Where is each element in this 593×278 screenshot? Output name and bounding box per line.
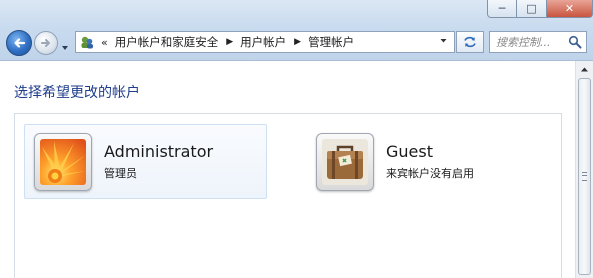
refresh-button[interactable] (456, 31, 484, 53)
breadcrumb-item[interactable]: 用户帐户和家庭安全 (115, 34, 219, 50)
page-title: 选择希望更改的帐户 (14, 85, 140, 101)
forward-button[interactable] (34, 31, 58, 55)
search-icon[interactable] (568, 35, 582, 49)
suitcase-avatar-icon (322, 138, 368, 185)
breadcrumb-overflow-button[interactable]: « (101, 36, 108, 49)
chevron-up-icon (581, 67, 588, 72)
breadcrumb-separator-icon[interactable]: ▶ (294, 37, 301, 47)
back-arrow-icon (14, 38, 26, 48)
account-tile-administrator[interactable]: Administrator 管理员 (24, 124, 267, 199)
back-button[interactable] (6, 30, 32, 56)
breadcrumb-item[interactable]: 用户帐户 (240, 34, 286, 50)
scroll-up-button[interactable] (577, 62, 592, 77)
refresh-icon (464, 36, 476, 48)
window-title-bar: ─ □ ✕ « 用户帐户和家庭安全 ▶ 用户帐户 ▶ 管理帐户 (0, 0, 593, 61)
maximize-button[interactable]: □ (517, 0, 547, 18)
vertical-scrollbar[interactable] (575, 61, 593, 278)
forward-arrow-icon (41, 39, 50, 47)
account-tile-guest[interactable]: Guest 来宾帐户没有启用 (307, 124, 550, 199)
flower-avatar-icon (40, 138, 86, 185)
breadcrumb-separator-icon[interactable]: ▶ (226, 37, 233, 47)
main-content: 选择希望更改的帐户 Administrator 管理员 Guest 来宾帐户没有… (0, 61, 575, 278)
chevron-down-icon (440, 39, 447, 43)
scrollbar-thumb[interactable] (578, 78, 591, 275)
control-panel-icon (81, 36, 93, 49)
window-controls: ─ □ ✕ (487, 0, 593, 19)
search-box[interactable] (489, 31, 587, 53)
grip-icon (582, 172, 587, 181)
minimize-button[interactable]: ─ (487, 0, 517, 18)
account-type-label: 来宾帐户没有启用 (386, 167, 474, 180)
search-input[interactable] (496, 34, 566, 50)
avatar (316, 132, 374, 191)
breadcrumb-item[interactable]: 管理帐户 (308, 34, 354, 50)
address-dropdown-button[interactable] (439, 36, 448, 48)
account-name: Administrator (104, 142, 214, 161)
address-bar[interactable]: « 用户帐户和家庭安全 ▶ 用户帐户 ▶ 管理帐户 (75, 31, 455, 53)
accounts-panel: Administrator 管理员 Guest 来宾帐户没有启用 (14, 113, 562, 278)
account-type-label: 管理员 (104, 167, 137, 180)
chevron-down-icon (62, 46, 68, 50)
account-name: Guest (386, 142, 433, 161)
avatar (34, 132, 92, 191)
recent-pages-button[interactable] (60, 38, 70, 50)
close-button[interactable]: ✕ (547, 0, 593, 18)
